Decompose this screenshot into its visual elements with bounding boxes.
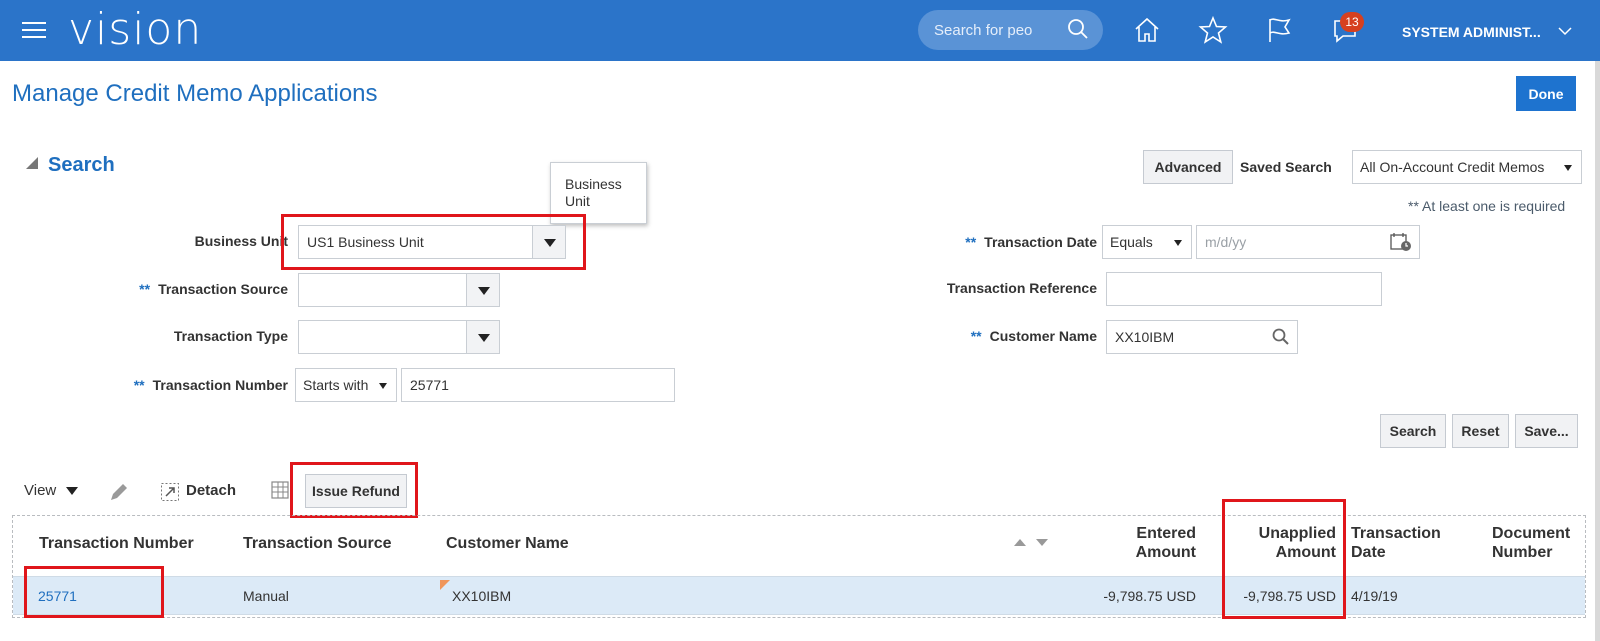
transaction-number-input[interactable]: 25771: [401, 368, 675, 402]
highlight-box-unapplied-amount: [1222, 499, 1346, 619]
business-unit-label: Business Unit: [194, 233, 288, 249]
transaction-number-operator[interactable]: Starts with: [295, 368, 397, 402]
highlight-box-business-unit: [281, 214, 586, 270]
transaction-date-label: ** Transaction Date: [965, 234, 1097, 250]
search-icon[interactable]: [1272, 328, 1290, 346]
save-search-button[interactable]: Save...: [1515, 414, 1578, 448]
global-search[interactable]: [918, 10, 1103, 50]
highlight-box-issue-refund: [290, 462, 418, 518]
collapse-triangle-icon[interactable]: [26, 157, 38, 169]
column-header-transaction-number[interactable]: Transaction Number: [39, 534, 194, 553]
cell-entered-amount: -9,798.75 USD: [1103, 588, 1196, 604]
home-icon[interactable]: [1131, 14, 1163, 46]
changed-indicator-icon: [440, 580, 450, 590]
page-scrollbar[interactable]: [1595, 61, 1600, 641]
saved-search-select[interactable]: All On-Account Credit Memos: [1352, 150, 1582, 184]
column-header-document-number[interactable]: Document Number: [1492, 524, 1570, 562]
user-menu[interactable]: SYSTEM ADMINIST...: [1402, 24, 1541, 40]
transaction-source-select[interactable]: [298, 273, 500, 307]
transaction-date-operator[interactable]: Equals: [1102, 225, 1192, 259]
column-header-entered-amount[interactable]: Entered Amount: [1100, 524, 1196, 562]
chevron-down-icon[interactable]: [1558, 26, 1572, 36]
transaction-number-label: ** Transaction Number: [133, 377, 288, 393]
freeze-columns-icon[interactable]: [270, 480, 292, 502]
column-header-customer-name[interactable]: Customer Name: [446, 534, 569, 553]
search-icon[interactable]: [1067, 18, 1089, 40]
detach-icon[interactable]: [160, 482, 180, 502]
transaction-reference-input[interactable]: [1106, 272, 1382, 306]
cell-transaction-source: Manual: [243, 588, 289, 604]
search-heading: Search: [48, 154, 115, 176]
calendar-icon[interactable]: [1390, 232, 1412, 252]
column-header-transaction-source[interactable]: Transaction Source: [243, 534, 392, 553]
highlight-box-transaction-number: [24, 566, 164, 618]
page-title: Manage Credit Memo Applications: [12, 80, 378, 107]
chevron-down-icon: [66, 487, 79, 496]
global-search-input[interactable]: [934, 20, 1052, 40]
edit-pencil-icon[interactable]: [108, 481, 130, 503]
sort-arrows-icon[interactable]: [1012, 536, 1054, 548]
view-menu[interactable]: View: [24, 482, 79, 499]
advanced-button[interactable]: Advanced: [1143, 150, 1233, 184]
cell-customer-name: XX10IBM: [452, 588, 512, 604]
search-section-toggle[interactable]: Search: [26, 154, 115, 177]
transaction-type-select[interactable]: [298, 320, 500, 354]
watchlist-flag-icon[interactable]: [1263, 14, 1295, 46]
column-header-transaction-date[interactable]: Transaction Date: [1351, 524, 1441, 562]
transaction-reference-label: Transaction Reference: [946, 280, 1097, 296]
detach-button[interactable]: Detach: [186, 482, 236, 499]
transaction-source-label: ** Transaction Source: [139, 281, 288, 297]
menu-icon[interactable]: [22, 22, 46, 40]
transaction-date-input[interactable]: m/d/yy: [1196, 225, 1420, 259]
customer-name-input[interactable]: XX10IBM: [1106, 320, 1298, 354]
saved-search-label: Saved Search: [1240, 159, 1332, 175]
required-note: ** At least one is required: [1408, 198, 1566, 214]
global-header: vision 13 SYSTEM ADMINIST...: [0, 0, 1600, 61]
transaction-type-dropdown-button[interactable]: [466, 320, 500, 354]
notification-count-badge: 13: [1340, 12, 1364, 32]
favorites-star-icon[interactable]: [1197, 14, 1229, 46]
reset-button[interactable]: Reset: [1452, 414, 1509, 448]
cell-transaction-date: 4/19/19: [1351, 588, 1398, 604]
app-logo: vision: [68, 4, 203, 55]
transaction-source-dropdown-button[interactable]: [466, 273, 500, 307]
done-button[interactable]: Done: [1516, 76, 1576, 111]
transaction-type-label: Transaction Type: [173, 328, 288, 344]
search-button[interactable]: Search: [1380, 414, 1446, 448]
customer-name-label: ** Customer Name: [970, 328, 1097, 344]
